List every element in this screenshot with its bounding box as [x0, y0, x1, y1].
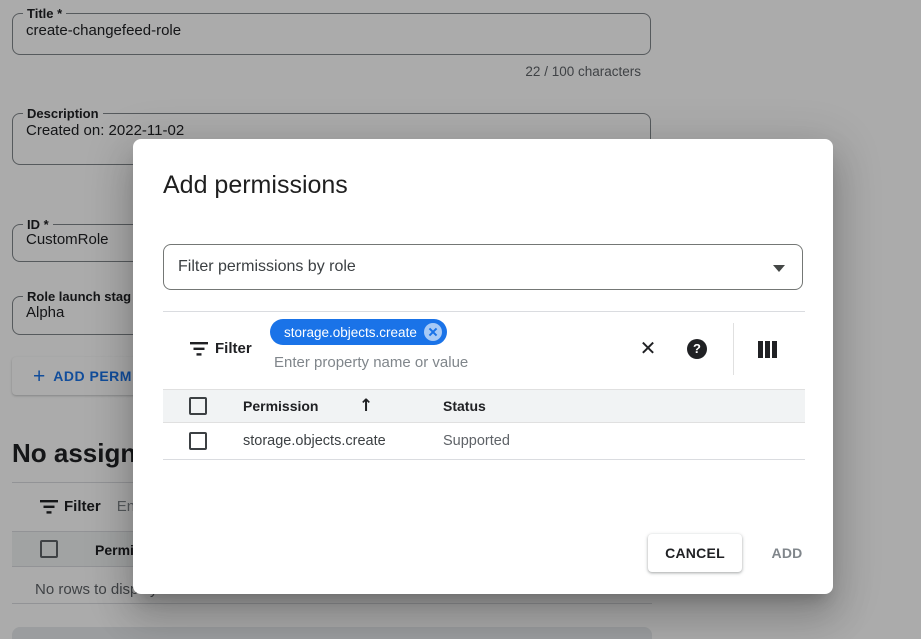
status-column-header[interactable]: Status: [443, 398, 486, 414]
permission-column-header[interactable]: Permission: [243, 398, 318, 414]
toolbar-divider: [733, 323, 734, 375]
clear-filters-icon[interactable]: ✕: [636, 337, 660, 361]
chip-remove-icon[interactable]: [424, 323, 442, 341]
dialog-title: Add permissions: [163, 171, 348, 200]
select-all-checkbox[interactable]: [189, 397, 207, 415]
filter-chip[interactable]: storage.objects.create: [270, 319, 447, 345]
dialog-filter-input[interactable]: [274, 351, 604, 373]
dialog-filter-label: Filter: [215, 340, 252, 357]
row-checkbox[interactable]: [189, 432, 207, 450]
chevron-down-icon: [773, 265, 785, 272]
filter-list-icon: [190, 342, 208, 356]
screen: Title * create-changefeed-role 22 / 100 …: [0, 0, 921, 639]
role-select-placeholder: Filter permissions by role: [178, 258, 356, 276]
filter-permissions-by-role-select[interactable]: Filter permissions by role: [163, 244, 803, 290]
dialog-table-header: Permission ↑ Status: [163, 389, 805, 423]
add-button[interactable]: ADD: [759, 534, 815, 572]
add-permissions-dialog: Add permissions Filter permissions by ro…: [133, 139, 833, 594]
cancel-button[interactable]: CANCEL: [648, 534, 742, 572]
table-row[interactable]: storage.objects.create Supported: [163, 424, 805, 460]
help-icon[interactable]: ?: [687, 339, 707, 359]
status-cell: Supported: [443, 433, 510, 449]
filter-chip-label: storage.objects.create: [284, 325, 417, 340]
divider: [163, 311, 805, 312]
column-display-options-icon[interactable]: [758, 341, 777, 358]
permission-cell: storage.objects.create: [243, 433, 386, 449]
sort-ascending-icon[interactable]: ↑: [359, 396, 373, 416]
